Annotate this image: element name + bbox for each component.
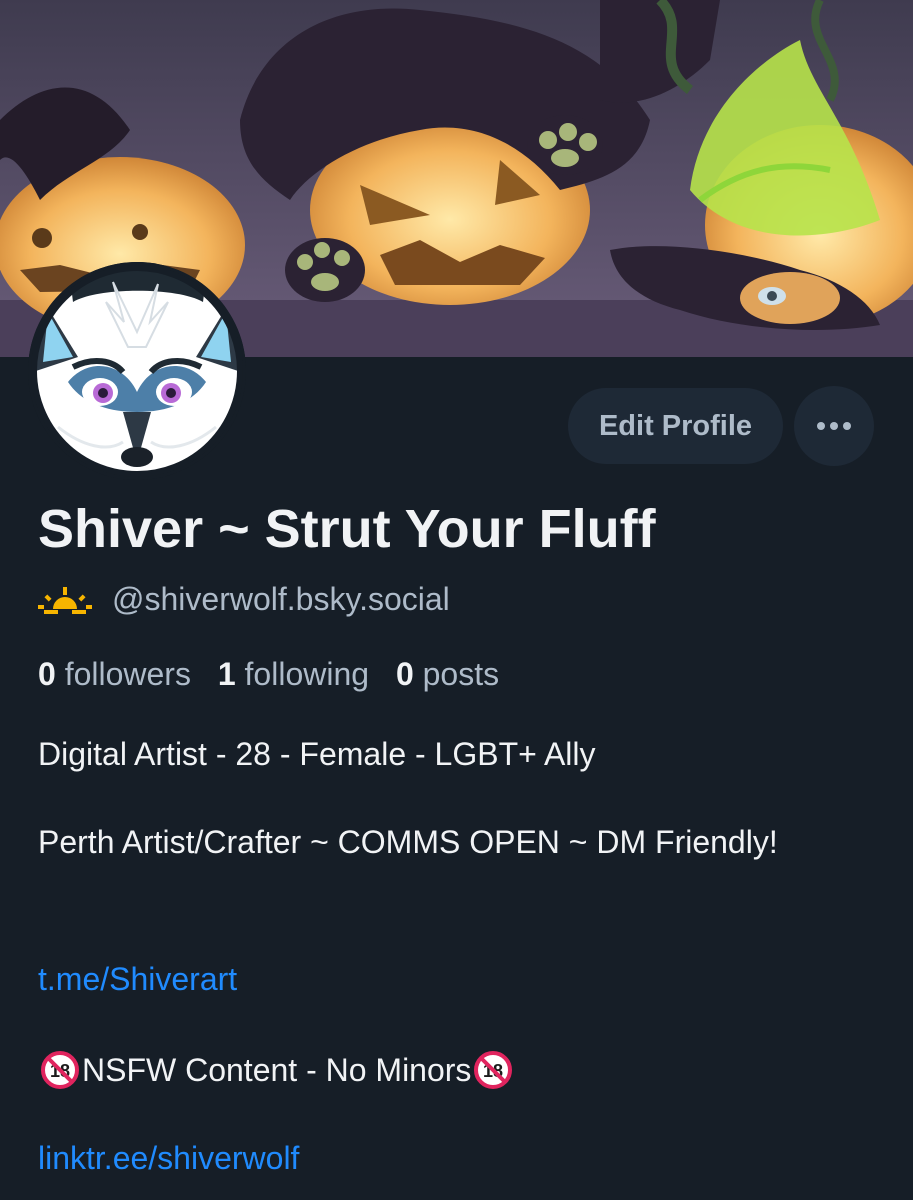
more-options-button[interactable]	[794, 386, 874, 466]
bio-line-1: Digital Artist - 28 - Female - LGBT+ All…	[38, 736, 596, 772]
bio-line-2: Perth Artist/Crafter ~ COMMS OPEN ~ DM F…	[38, 824, 778, 860]
sunrise-emoji	[38, 586, 92, 614]
posts-count: 0	[395, 656, 414, 692]
followers-stat[interactable]: 0 followers	[38, 656, 191, 692]
edit-profile-button[interactable]: Edit Profile	[568, 388, 783, 464]
handle-row: @shiverwolf.bsky.social	[38, 581, 450, 618]
avatar-image	[28, 262, 246, 480]
display-name: Shiver ~ Strut Your Fluff	[38, 499, 656, 559]
following-label: following	[244, 656, 370, 692]
following-stat[interactable]: 1 following	[218, 656, 369, 692]
followers-label: followers	[64, 656, 191, 692]
avatar[interactable]	[28, 262, 246, 480]
followers-count: 0	[38, 656, 56, 692]
profile-page: Edit Profile Shiver ~ Strut Your Fluff @…	[0, 0, 913, 1200]
ellipsis-icon	[817, 422, 851, 430]
no-one-under-eighteen-emoji: 18	[474, 1051, 513, 1089]
following-count: 1	[217, 656, 236, 692]
profile-stats: 0 followers 1 following 0 posts	[38, 656, 517, 693]
bio-nsfw-notice: 18 NSFW Content - No Minors 18	[38, 1048, 878, 1092]
bio-link-telegram[interactable]: t.me/Shiverart	[38, 957, 878, 1001]
bio-link-linktree[interactable]: linktr.ee/shiverwolf	[38, 1136, 878, 1180]
no-one-under-eighteen-emoji: 18	[41, 1051, 79, 1089]
nsfw-text: NSFW Content - No Minors	[82, 1052, 472, 1088]
posts-stat: 0 posts	[396, 656, 499, 692]
handle[interactable]: @shiverwolf.bsky.social	[112, 581, 450, 618]
posts-label: posts	[422, 656, 500, 692]
